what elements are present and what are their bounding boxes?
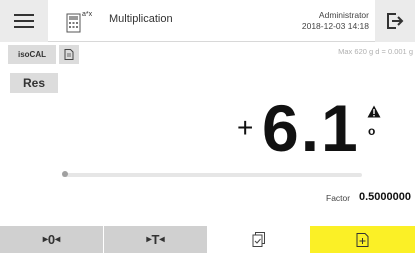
weight-unit: o [368, 124, 376, 138]
logout-button[interactable] [375, 0, 415, 42]
app-icon-text: a*x [82, 11, 93, 18]
document-icon [64, 49, 74, 60]
date-time: 2018-12-03 14:18 [301, 21, 369, 31]
factor-label: Factor [326, 193, 351, 203]
document-button[interactable] [59, 45, 79, 64]
print-button[interactable] [207, 226, 310, 253]
print-data-icon [252, 232, 265, 247]
weight-value: 6.1 [262, 91, 360, 165]
zero-button[interactable]: ▸ 0 ◂ [0, 226, 104, 253]
tare-button[interactable]: ▸ T ◂ [104, 226, 207, 253]
result-label: Res [22, 76, 45, 90]
add-document-button[interactable] [310, 226, 415, 253]
factor-value: 0.5000000 [359, 191, 411, 203]
isocal-label: isoCAL [18, 50, 46, 59]
user-name: Administrator [318, 10, 369, 20]
warning-icon [367, 105, 381, 118]
capacity-bar [62, 173, 362, 177]
weight-sign: + [237, 112, 254, 143]
multiplication-app-icon: a*x [63, 7, 101, 35]
hamburger-menu-icon [14, 14, 34, 28]
weighing-range: Max 620 g d = 0.001 g [338, 47, 413, 56]
add-document-icon [356, 232, 369, 247]
user-info: Administrator 2018-12-03 14:18 [302, 10, 369, 32]
logout-icon [387, 13, 404, 29]
bottom-toolbar: ▸ 0 ◂ ▸ T ◂ [0, 226, 415, 253]
isocal-button[interactable]: isoCAL [8, 45, 56, 64]
capacity-indicator [62, 171, 68, 177]
top-bar: a*x Multiplication Administrator 2018-12… [0, 0, 415, 42]
page-title: Multiplication [109, 13, 173, 25]
menu-button[interactable] [0, 0, 48, 42]
result-button[interactable]: Res [10, 73, 58, 93]
